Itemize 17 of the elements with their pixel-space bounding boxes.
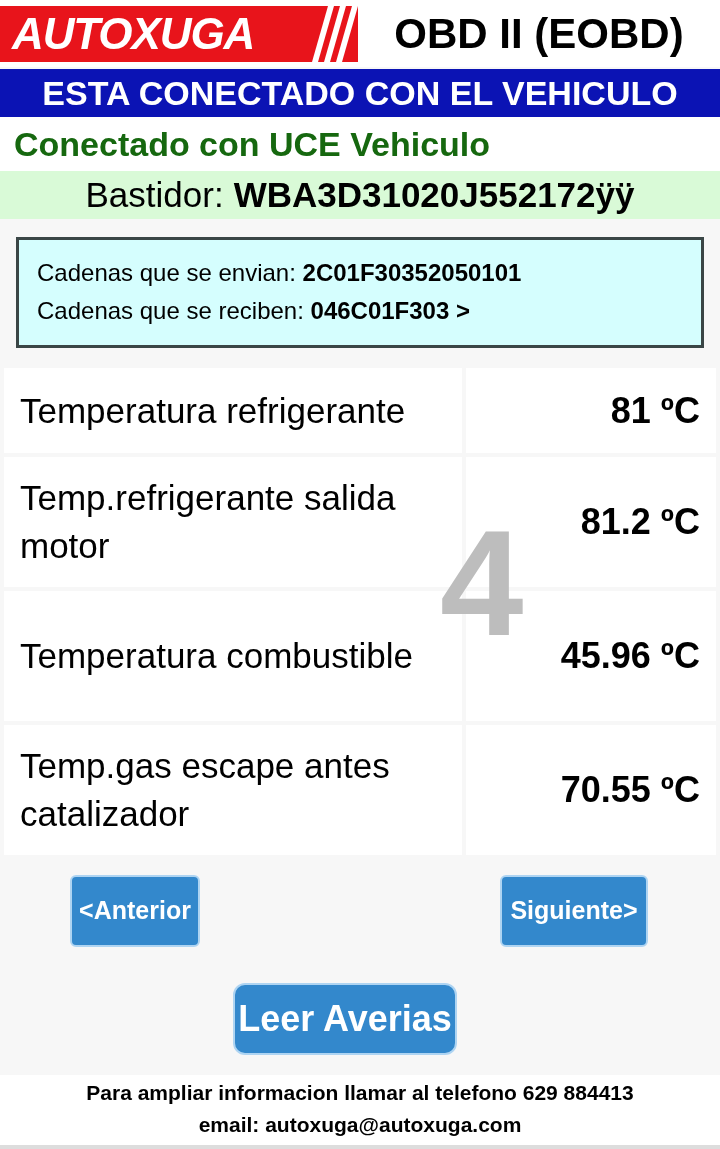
reading-name: Temp.gas escape antes catalizador — [4, 725, 462, 855]
footer-text: Para ampliar informacion llamar al telefono 629 884413 — [86, 1080, 634, 1106]
connection-status: Conectado con UCE Vehiculo — [0, 117, 720, 171]
reading-value: 70.55 ºC — [466, 725, 716, 855]
reading-name: Temperatura refrigerante — [4, 368, 462, 453]
previous-button[interactable]: <Anterior — [70, 875, 200, 947]
next-button[interactable]: Siguiente> — [500, 875, 648, 947]
vin-value: WBA3D31020J552172ÿÿ — [233, 173, 635, 216]
footer-text: email: autoxuga@autoxuga.com — [198, 1112, 522, 1138]
logo: AUTOXUGA — [0, 5, 358, 62]
read-faults-button[interactable]: Leer Averias — [233, 983, 457, 1055]
app-title: OBD II (EOBD) — [393, 9, 685, 60]
data-string-line: Cadenas que se envian: 2C01F30352050101 — [37, 258, 523, 289]
status-banner: ESTA CONECTADO CON EL VEHICULO — [0, 69, 720, 118]
data-string-line: Cadenas que se reciben: 046C01F303 > — [37, 296, 471, 327]
vin-label: Bastidor: — [85, 173, 224, 216]
reading-value: 81 ºC — [466, 368, 716, 453]
